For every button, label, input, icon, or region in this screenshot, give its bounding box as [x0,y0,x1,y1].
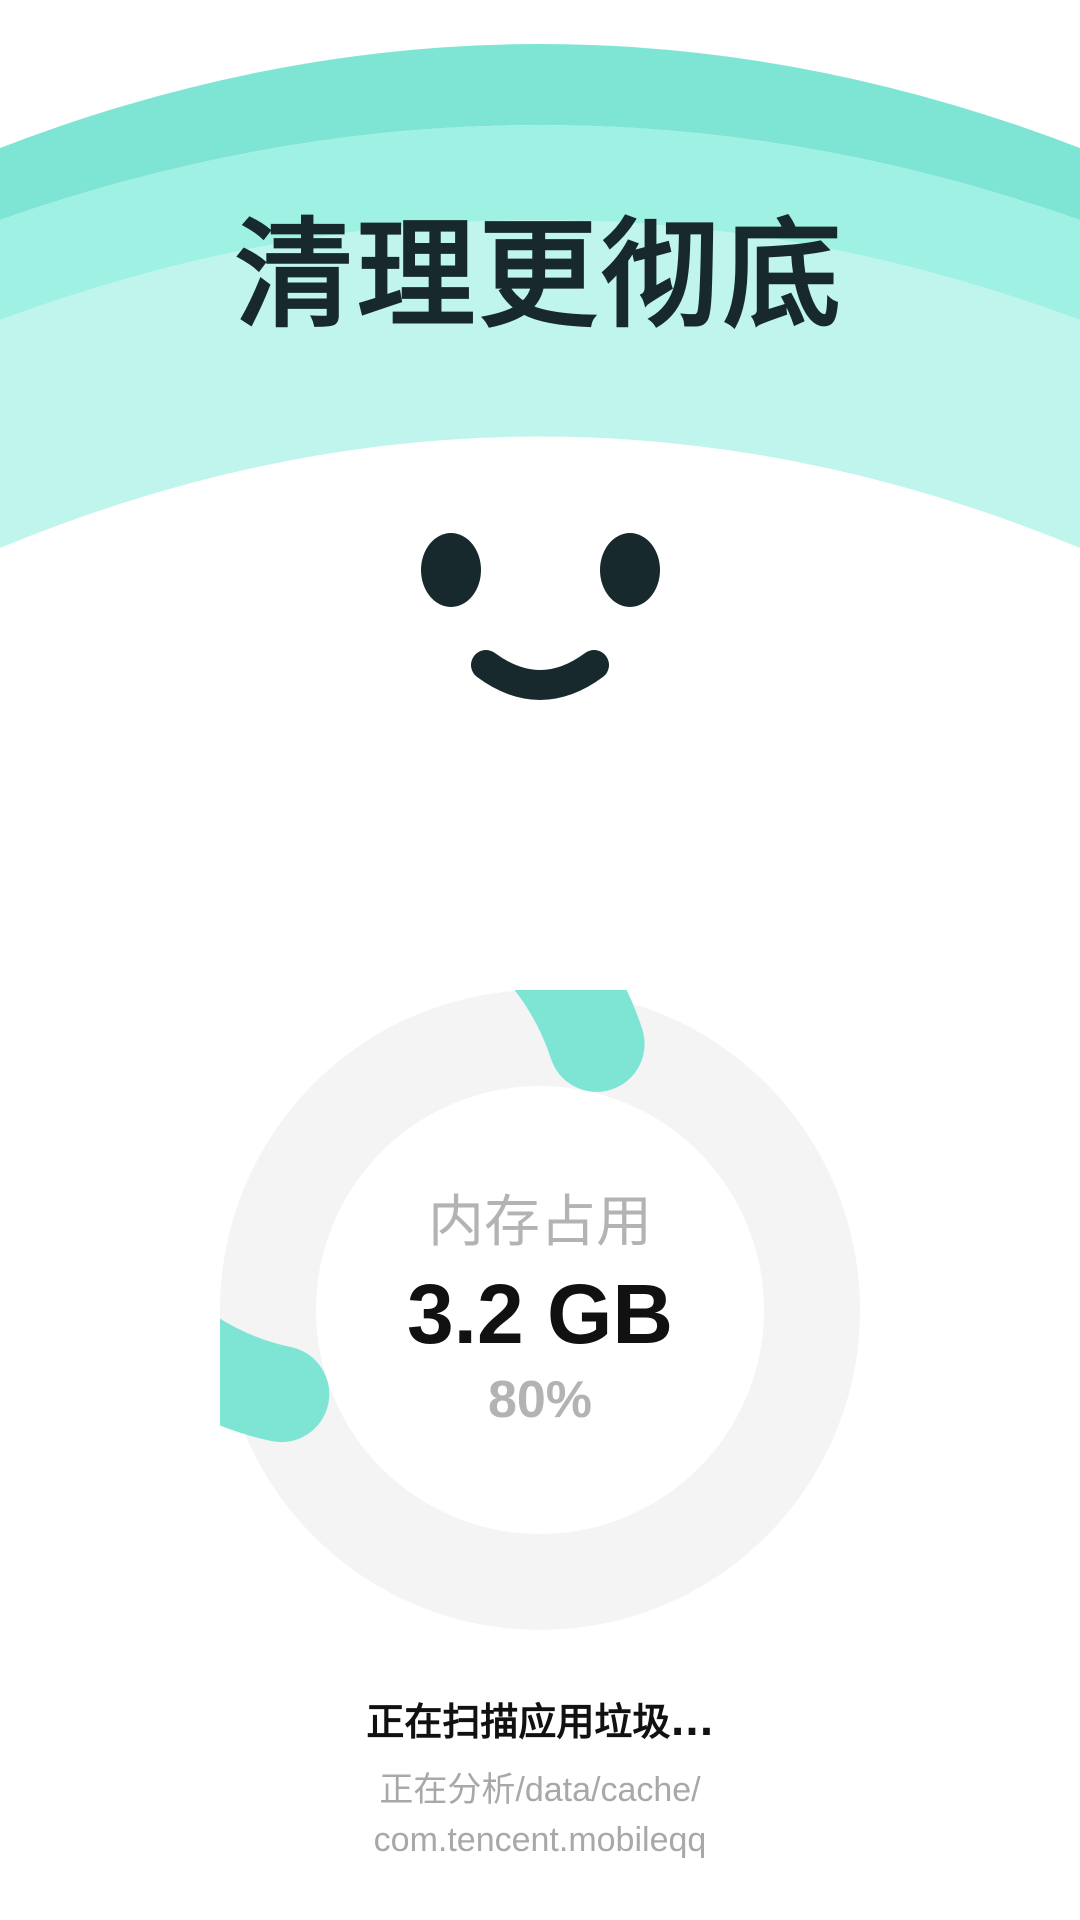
memory-percent: 80% [487,1371,593,1429]
scan-path-line-1: 正在分析/data/cache/ [379,1771,701,1809]
scan-path-line-2: com.tencent.mobileqq [373,1821,707,1859]
smile-mouth [471,650,609,700]
cleaner-screen: 清理更彻底 内存占用 3.2 GB 80% 正在扫描应用垃圾... 正在分析/d… [0,0,1080,1920]
memory-value: 3.2 GB [406,1267,674,1361]
memory-readout: 内存占用 3.2 GB 80% [220,990,860,1630]
scan-path: 正在分析/data/cache/ com.tencent.mobileqq [0,1765,1080,1865]
left-eye [421,533,481,607]
memory-label: 内存占用 [428,1190,652,1255]
smiley-face-icon [421,533,660,700]
banner-headline: 清理更彻底 [234,206,845,344]
right-eye [600,533,660,607]
scan-status-text: 正在扫描应用垃圾... [366,1700,714,1744]
